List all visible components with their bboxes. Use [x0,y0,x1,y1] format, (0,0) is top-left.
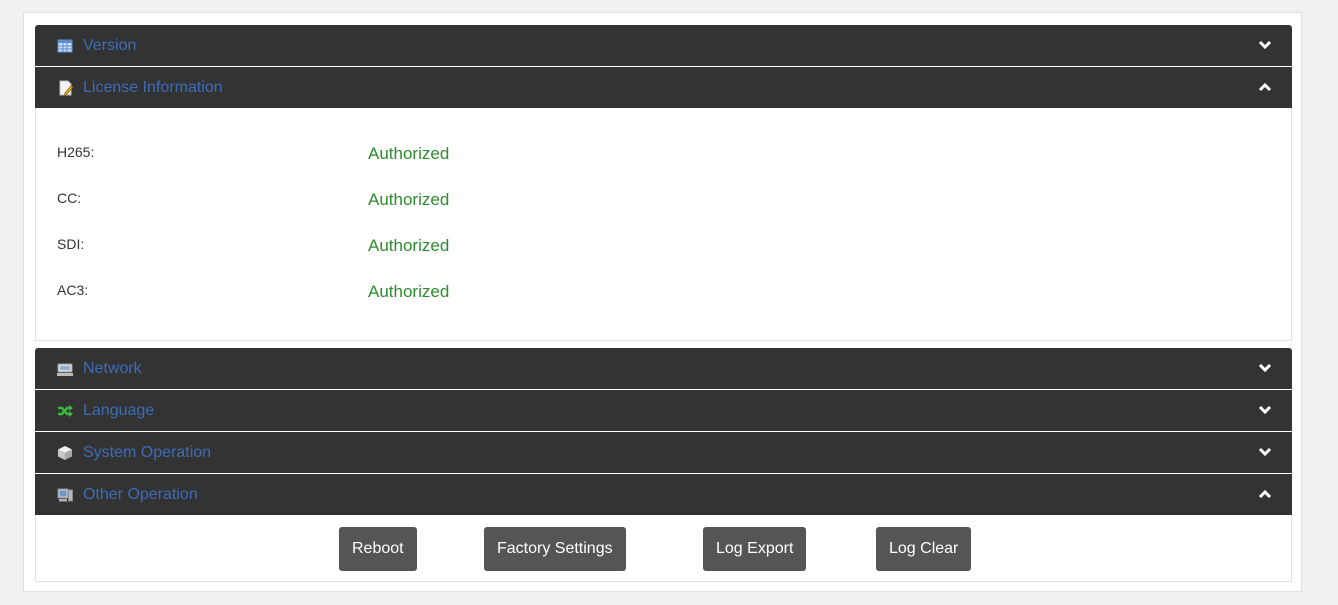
section-header-license[interactable]: License Information [35,67,1292,108]
chevron-up-icon[interactable] [1258,80,1272,94]
chevron-down-icon[interactable] [1258,361,1272,375]
license-status-ac3: Authorized [368,282,450,301]
cube-icon [58,446,72,460]
section-title-language: Language [83,401,155,419]
section-header-other-operation[interactable]: Other Operation [35,474,1292,515]
license-label-h265: H265: [57,144,95,160]
chevron-down-icon[interactable] [1258,38,1272,52]
log-clear-button[interactable]: Log Clear [876,527,972,571]
shuffle-icon [58,405,73,417]
section-header-network[interactable]: Network [35,348,1292,389]
other-operation-panel-body [35,515,1292,582]
section-header-version[interactable]: Version [35,25,1292,66]
license-label-ac3: AC3: [57,282,89,298]
section-title-system-operation: System Operation [83,443,212,461]
section-title-version: Version [83,36,137,54]
chevron-down-icon[interactable] [1258,403,1272,417]
license-label-cc: CC: [57,190,82,206]
license-status-sdi: Authorized [368,236,450,255]
document-edit-icon [59,80,73,96]
license-status-h265: Authorized [368,144,450,163]
license-label-sdi: SDI: [57,236,85,252]
section-header-language[interactable]: Language [35,390,1292,431]
table-icon [57,39,73,53]
chevron-down-icon[interactable] [1258,445,1272,459]
network-icon [57,363,73,376]
section-title-network: Network [83,359,142,377]
section-header-system-operation[interactable]: System Operation [35,432,1292,473]
chevron-up-icon[interactable] [1258,487,1272,501]
section-title-license: License Information [83,78,223,96]
factory-settings-button[interactable]: Factory Settings [484,527,626,571]
reboot-button[interactable]: Reboot [339,527,417,571]
log-export-button[interactable]: Log Export [703,527,807,571]
license-panel-body [35,108,1292,341]
computer-icon [57,488,73,502]
license-status-cc: Authorized [368,190,450,209]
section-title-other-operation: Other Operation [83,485,198,503]
